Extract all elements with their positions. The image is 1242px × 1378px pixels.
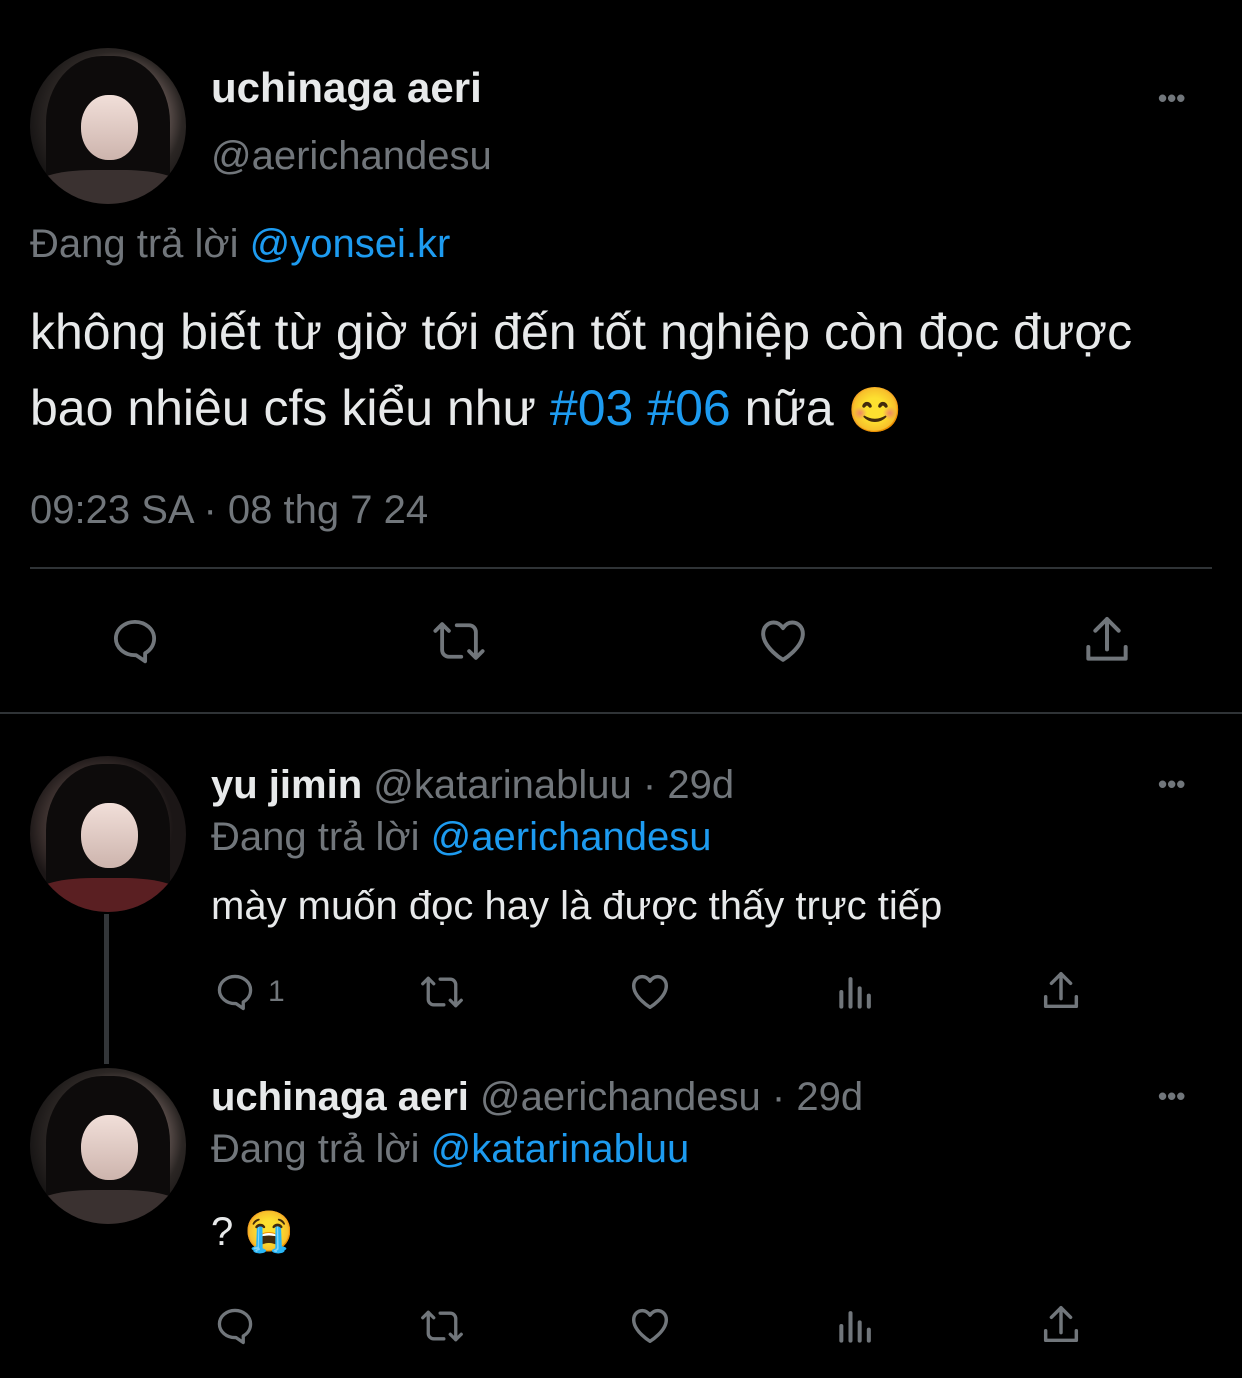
- like-icon: [761, 620, 805, 662]
- tweet-text-part2: nữa: [730, 380, 848, 436]
- share-icon: [1043, 1306, 1079, 1343]
- reply1-retweet-button[interactable]: [415, 970, 469, 1014]
- retweet-icon: [421, 1310, 463, 1342]
- reply2-text: ? 😭: [211, 1210, 295, 1254]
- hashtag-06[interactable]: #06: [647, 380, 730, 436]
- main-retweet-button[interactable]: [426, 614, 492, 668]
- reply2-retweet-button[interactable]: [415, 1304, 469, 1348]
- reply-count: 1: [268, 975, 285, 1008]
- retweet-icon: [421, 976, 463, 1008]
- more-icon[interactable]: •••: [1158, 1083, 1185, 1109]
- avatar-shoulder: [30, 169, 186, 204]
- reply2-like-button[interactable]: [626, 1302, 674, 1348]
- reply1-like-button[interactable]: [626, 968, 674, 1014]
- reply2-display-name[interactable]: uchinaga aeri: [211, 1075, 469, 1119]
- main-timestamp[interactable]: 09:23 SA · 08 thg 7 24: [30, 488, 428, 533]
- share-icon: [1086, 617, 1128, 661]
- divider: [30, 567, 1212, 569]
- main-display-name[interactable]: uchinaga aeri: [211, 64, 482, 112]
- reply1-reply-context: Đang trả lời @aerichandesu: [211, 815, 711, 860]
- reply2-share-button[interactable]: [1038, 1302, 1084, 1348]
- main-reply-context: Đang trả lời @yonsei.kr: [30, 222, 450, 267]
- avatar-shoulder: [30, 1189, 186, 1224]
- hashtag-03[interactable]: #03: [550, 380, 633, 436]
- reply-to-link[interactable]: @aerichandesu: [431, 815, 712, 859]
- reply1-views-button[interactable]: [834, 970, 878, 1014]
- avatar-shoulder: [30, 877, 186, 912]
- reply1-header: yu jimin @katarinabluu · 29d: [211, 763, 734, 808]
- main-handle[interactable]: @aerichandesu: [211, 134, 492, 179]
- retweet-icon: [433, 622, 485, 660]
- reply1-meta[interactable]: @katarinabluu · 29d: [373, 763, 734, 807]
- reply1-text: mày muốn đọc hay là được thấy trực tiếp: [211, 884, 943, 928]
- section-divider: [0, 712, 1242, 714]
- reply-label: Đang trả lời: [30, 222, 239, 266]
- avatar-face: [81, 802, 138, 869]
- avatar-main[interactable]: [30, 48, 186, 204]
- reply1-reply-button[interactable]: 1: [212, 970, 285, 1014]
- like-icon: [631, 1308, 669, 1344]
- avatar-reply1[interactable]: [30, 756, 186, 912]
- views-icon: [839, 1311, 871, 1343]
- main-like-button[interactable]: [753, 612, 813, 668]
- reply1-display-name[interactable]: yu jimin: [211, 763, 362, 807]
- thread-line: [104, 914, 109, 1064]
- reply-to-link[interactable]: @yonsei.kr: [250, 222, 451, 266]
- avatar-reply2[interactable]: [30, 1068, 186, 1224]
- reply1-share-button[interactable]: [1038, 968, 1084, 1014]
- like-icon: [631, 974, 669, 1010]
- reply2-views-button[interactable]: [834, 1304, 878, 1348]
- reply-icon: [113, 619, 157, 664]
- reply-to-link[interactable]: @katarinabluu: [431, 1127, 690, 1171]
- reply-label: Đang trả lời: [211, 1127, 420, 1171]
- reply2-header: uchinaga aeri @aerichandesu · 29d: [211, 1075, 863, 1120]
- reply2-reply-context: Đang trả lời @katarinabluu: [211, 1127, 689, 1172]
- more-icon[interactable]: •••: [1158, 771, 1185, 797]
- reply2-meta[interactable]: @aerichandesu · 29d: [480, 1075, 863, 1119]
- avatar-face: [81, 94, 138, 161]
- reply-icon: [217, 974, 253, 1011]
- main-reply-button[interactable]: [106, 614, 164, 668]
- smile-emoji: 😊: [847, 386, 903, 435]
- reply-label: Đang trả lời: [211, 815, 420, 859]
- share-icon: [1043, 972, 1079, 1009]
- views-icon: [839, 977, 871, 1009]
- reply2-reply-button[interactable]: [212, 1304, 258, 1348]
- reply-icon: [217, 1308, 253, 1345]
- avatar-face: [81, 1114, 138, 1181]
- main-share-button[interactable]: [1078, 612, 1136, 668]
- more-icon[interactable]: •••: [1158, 85, 1185, 111]
- main-tweet-text: không biết từ giờ tới đến tốt nghiệp còn…: [30, 294, 1210, 449]
